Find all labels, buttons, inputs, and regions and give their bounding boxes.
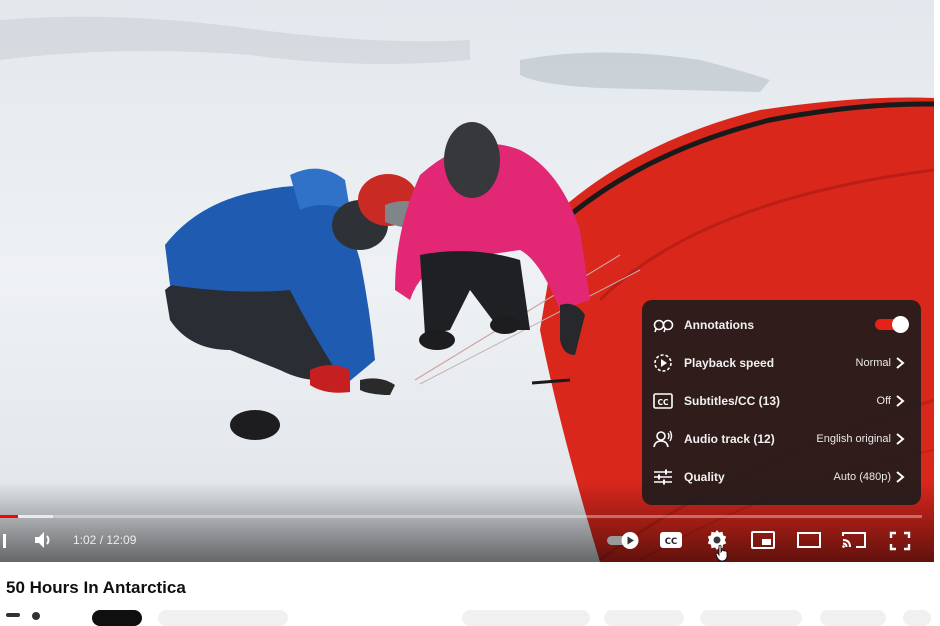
fullscreen-icon[interactable] [888, 530, 912, 552]
more-actions-button[interactable] [903, 610, 931, 626]
clip-button[interactable] [820, 610, 886, 626]
volume-icon[interactable] [33, 530, 55, 550]
playback-speed-icon [654, 354, 672, 372]
menu-value-subtitles: Off [876, 395, 891, 407]
time-display: 1:02 / 12:09 [73, 533, 137, 547]
video-player[interactable]: Annotations Playback speed Normal CC Sub… [0, 0, 934, 562]
subscribe-button[interactable] [92, 610, 142, 626]
menu-label-audio-track: Audio track (12) [684, 432, 775, 446]
menu-item-playback-speed[interactable]: Playback speed Normal [642, 344, 921, 382]
subtitles-icon: CC [653, 393, 673, 409]
chevron-right-icon [896, 395, 905, 407]
menu-label-annotations: Annotations [684, 318, 754, 332]
annotations-toggle[interactable] [875, 316, 909, 333]
audio-track-icon [653, 430, 673, 448]
video-title: 50 Hours In Antarctica [6, 578, 186, 597]
progress-played [0, 515, 18, 518]
action-button[interactable] [158, 610, 288, 626]
annotations-icon [653, 319, 674, 333]
settings-menu: Annotations Playback speed Normal CC Sub… [642, 300, 921, 505]
next-icon[interactable] [0, 532, 10, 550]
autoplay-toggle-icon[interactable] [606, 530, 640, 550]
like-dislike-button[interactable] [462, 610, 590, 626]
svg-text:CC: CC [657, 398, 669, 407]
theater-mode-icon[interactable] [796, 530, 822, 550]
menu-item-quality[interactable]: Quality Auto (480p) [642, 458, 921, 496]
captions-icon[interactable]: CC [659, 530, 683, 550]
menu-value-playback-speed: Normal [855, 357, 891, 369]
menu-item-annotations[interactable]: Annotations [642, 306, 921, 344]
menu-value-audio-track: English original [816, 433, 891, 445]
menu-item-subtitles[interactable]: CC Subtitles/CC (13) Off [642, 382, 921, 420]
cast-icon[interactable] [841, 530, 867, 550]
svg-text:CC: CC [665, 537, 677, 547]
chevron-right-icon [896, 433, 905, 445]
channel-avatar-row [6, 610, 46, 620]
chevron-right-icon [896, 471, 905, 483]
quality-icon [654, 469, 672, 485]
miniplayer-icon[interactable] [750, 530, 776, 550]
menu-label-subtitles: Subtitles/CC (13) [684, 394, 781, 408]
hand-cursor-icon [715, 544, 728, 562]
download-button[interactable] [700, 610, 802, 626]
progress-bar[interactable] [0, 515, 922, 518]
menu-value-quality: Auto (480p) [833, 471, 891, 483]
menu-label-playback-speed: Playback speed [684, 356, 775, 370]
menu-label-quality: Quality [684, 470, 725, 484]
menu-item-audio-track[interactable]: Audio track (12) English original [642, 420, 921, 458]
chevron-right-icon [896, 357, 905, 369]
share-button[interactable] [604, 610, 684, 626]
